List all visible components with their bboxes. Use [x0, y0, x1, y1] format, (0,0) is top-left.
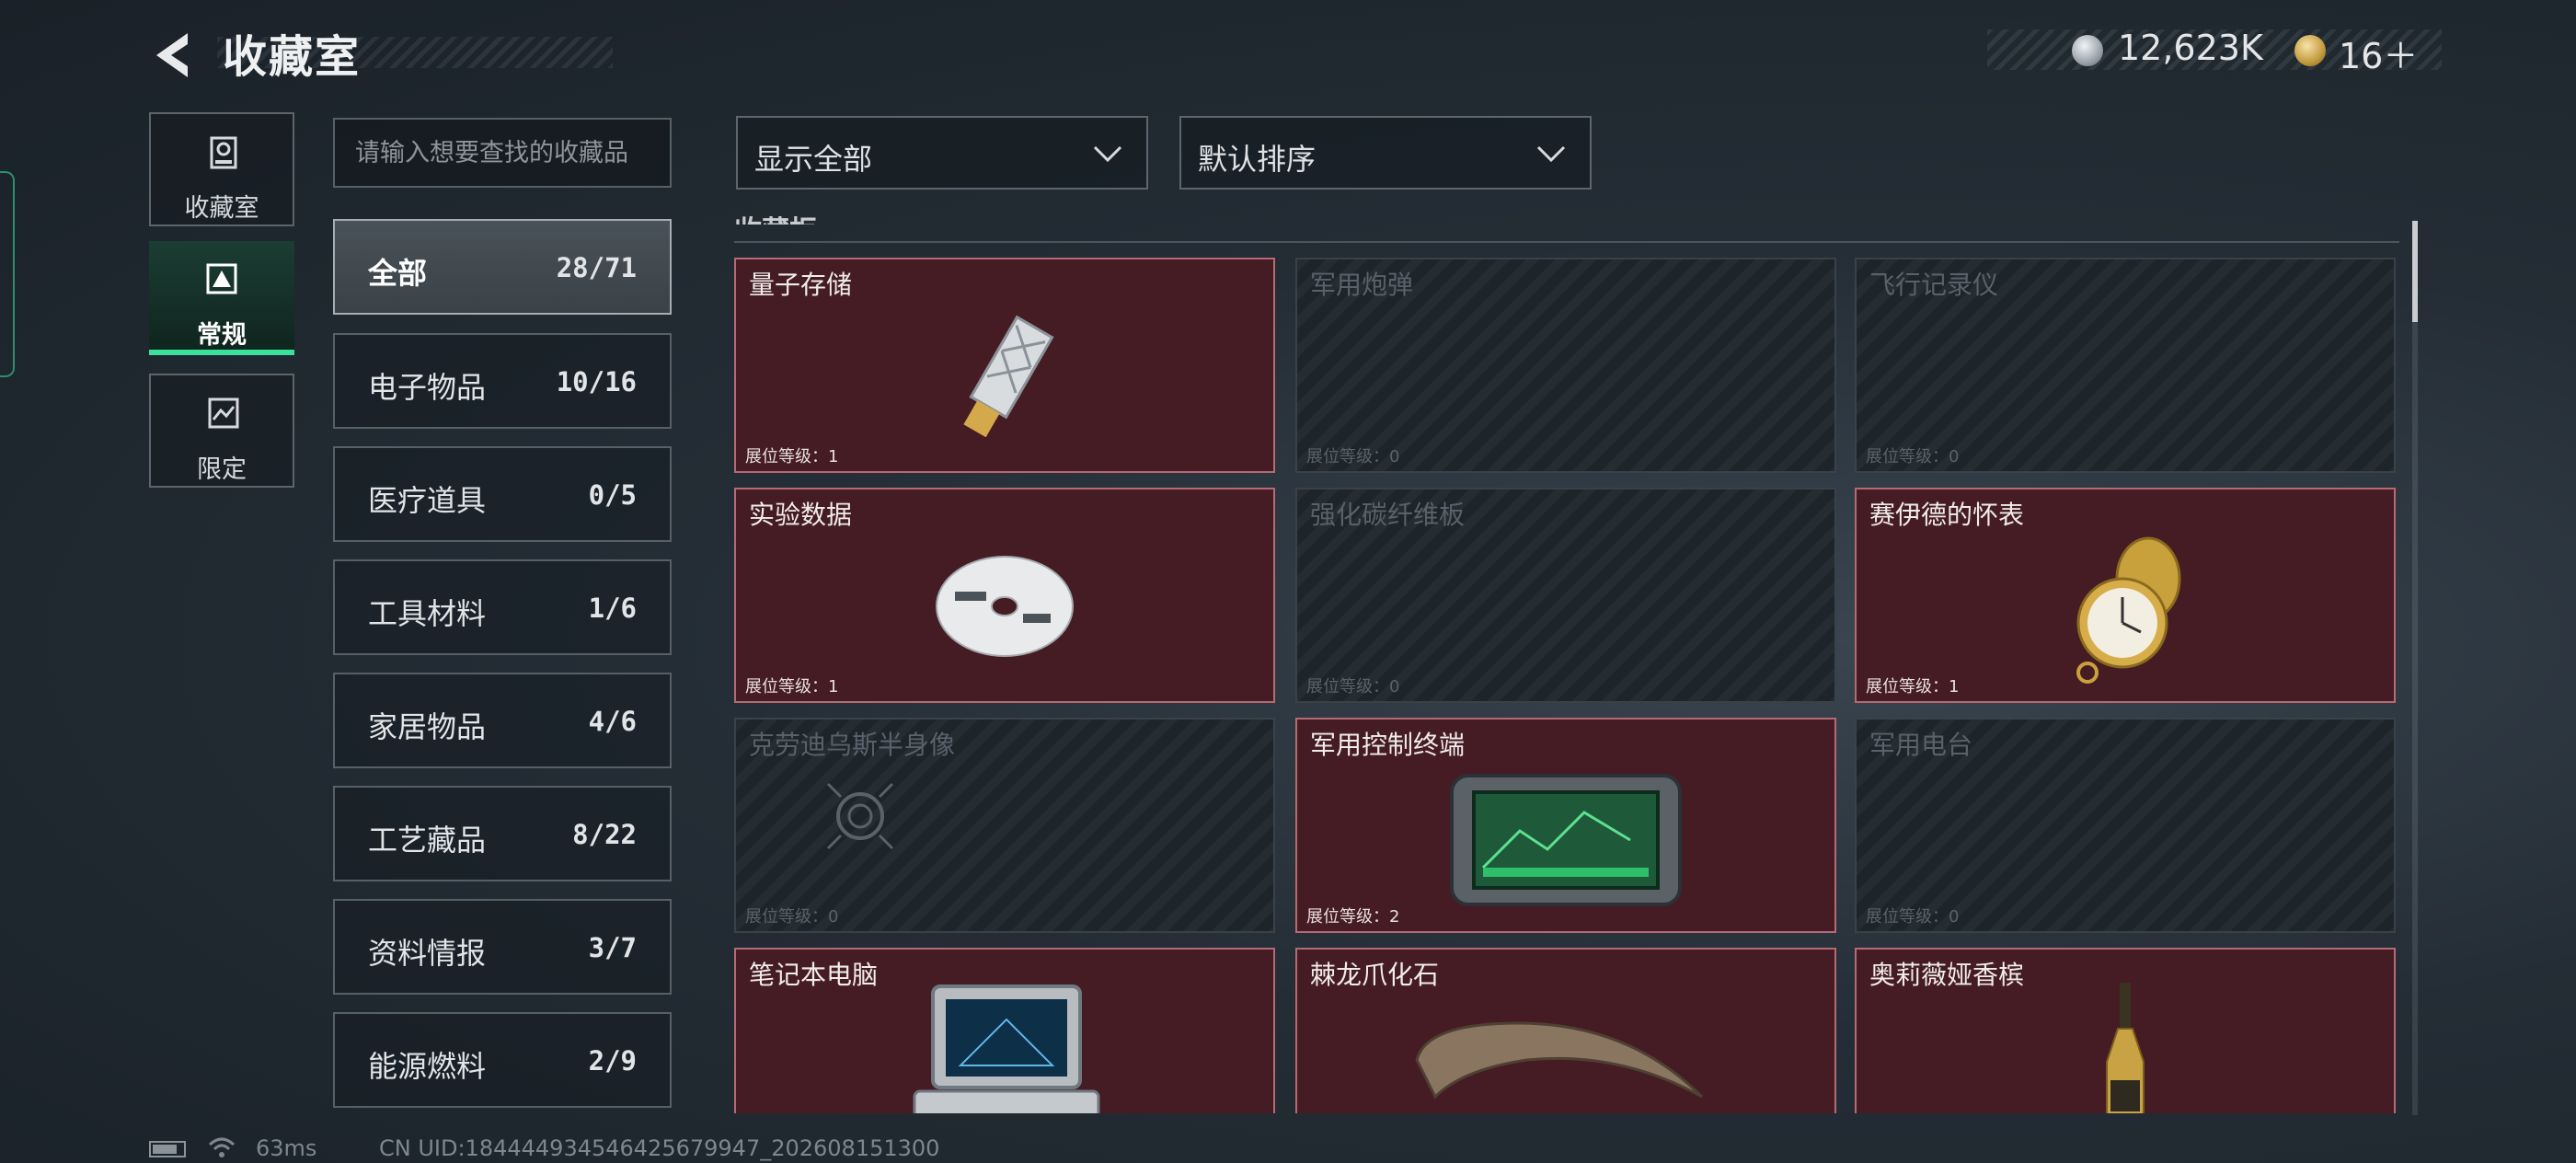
display-filter-value: 显示全部 — [754, 142, 873, 177]
category-electronics[interactable]: 电子物品 10/16 — [333, 333, 672, 429]
category-count: 0/5 — [588, 479, 637, 511]
pocket-watch-icon — [2076, 536, 2181, 684]
display-filter-dropdown[interactable]: 显示全部 — [736, 116, 1148, 190]
item-name: 赛伊德的怀表 — [1869, 500, 2025, 530]
category-fuel[interactable]: 能源燃料 2/9 — [333, 1012, 672, 1108]
item-level: 展位等级：0 — [745, 907, 839, 927]
item-card[interactable]: 赛伊德的怀表 展位等级：1 — [1855, 488, 2396, 703]
category-count: 2/9 — [588, 1045, 637, 1077]
item-name: 军用控制终端 — [1310, 730, 1466, 760]
item-card-locked[interactable]: 强化碳纤维板 展位等级：0 — [1295, 488, 1836, 703]
category-tools[interactable]: 工具材料 1/6 — [333, 559, 672, 655]
user-uid: CN UID:1844449345464256799​47_2026081513… — [379, 1135, 940, 1161]
item-card-locked[interactable]: 军用电台 展位等级：0 — [1855, 718, 2396, 933]
category-intel[interactable]: 资料情报 3/7 — [333, 899, 672, 995]
category-count: 10/16 — [556, 366, 637, 397]
item-level: 展位等级：0 — [1306, 677, 1400, 697]
category-count: 4/6 — [588, 706, 637, 737]
laptop-icon — [913, 985, 1100, 1113]
gold-coin-amount[interactable]: 16＋ — [2339, 28, 2418, 78]
category-name: 工具材料 — [368, 596, 487, 631]
item-card[interactable]: 量子存储 展位等级：1 — [734, 258, 1275, 473]
item-level: 展位等级：1 — [1866, 677, 1960, 697]
ping-readout: 63ms — [256, 1135, 317, 1161]
claw-fossil-icon — [1415, 1021, 1704, 1100]
category-name: 能源燃料 — [368, 1049, 487, 1084]
search-input[interactable] — [333, 118, 672, 188]
item-level: 展位等级：0 — [1306, 447, 1400, 466]
category-name: 全部 — [368, 256, 428, 291]
tab-regular[interactable]: 常规 — [149, 241, 294, 355]
item-card[interactable]: 军用控制终端 展位等级：2 — [1295, 718, 1836, 933]
category-medical[interactable]: 医疗道具 0/5 — [333, 446, 672, 542]
wifi-icon — [208, 1137, 236, 1157]
item-name: 量子存储 — [749, 270, 853, 300]
item-name: 奥莉薇娅香槟 — [1869, 960, 2025, 990]
category-count: 3/7 — [588, 932, 637, 963]
item-card[interactable]: 实验数据 展位等级：1 — [734, 488, 1275, 703]
silver-coin-amount: 12,623K — [2118, 28, 2263, 68]
control-terminal-icon — [1450, 774, 1682, 906]
tab-label: 收藏室 — [184, 194, 259, 223]
scrollbar-thumb[interactable] — [2412, 221, 2418, 322]
champagne-icon — [2106, 983, 2145, 1113]
category-household[interactable]: 家居物品 4/6 — [333, 673, 672, 768]
item-card-locked[interactable]: 军用炮弹 展位等级：0 — [1295, 258, 1836, 473]
item-level: 展位等级：1 — [745, 447, 839, 466]
disc-icon — [936, 556, 1074, 657]
silver-coin-icon — [2072, 35, 2103, 66]
item-name: 军用电台 — [1869, 730, 1973, 760]
page-title: 收藏室 — [223, 31, 362, 83]
item-name: 实验数据 — [749, 500, 853, 530]
tab-limited[interactable]: 限定 — [149, 374, 294, 488]
back-arrow-icon[interactable] — [147, 28, 202, 83]
item-card-locked[interactable]: 飞行记录仪 展位等级：0 — [1855, 258, 2396, 473]
category-crafts[interactable]: 工艺藏品 8/22 — [333, 786, 672, 881]
collection-grid[interactable]: 量子存储 展位等级：1 军用炮弹 展位等级：0 飞行记录仪 展位等级：0 实验数… — [734, 258, 2401, 1113]
battery-level — [153, 1145, 177, 1154]
collection-room-icon — [210, 136, 237, 169]
item-name: 飞行记录仪 — [1869, 270, 1999, 300]
scrollbar-track[interactable] — [2412, 221, 2418, 1115]
item-name: 军用炮弹 — [1310, 270, 1414, 300]
item-level: 展位等级：1 — [745, 677, 839, 697]
locked-target-icon — [826, 782, 894, 850]
category-count: 8/22 — [572, 819, 637, 850]
item-level: 展位等级：0 — [1866, 447, 1960, 466]
usb-drive-icon — [963, 315, 1054, 438]
active-tab-indicator — [149, 350, 294, 355]
item-level: 展位等级：2 — [1306, 907, 1400, 927]
limited-icon — [208, 397, 239, 429]
item-name: 笔记本电脑 — [749, 960, 879, 990]
gold-coin-icon — [2294, 35, 2326, 66]
category-name: 工艺藏品 — [368, 823, 487, 858]
edge-handle — [0, 171, 15, 377]
section-divider — [734, 241, 2399, 243]
item-name: 强化碳纤维板 — [1310, 500, 1466, 530]
sort-dropdown[interactable]: 默认排序 — [1179, 116, 1592, 190]
regular-icon — [206, 263, 237, 294]
item-name: 克劳迪乌斯半身像 — [749, 730, 956, 760]
tab-collection-room[interactable]: 收藏室 — [149, 112, 294, 226]
chevron-down-icon — [1093, 145, 1122, 163]
chevron-down-icon — [1536, 145, 1566, 163]
tab-label: 常规 — [197, 321, 247, 350]
item-card-locked[interactable]: 克劳迪乌斯半身像 展位等级：0 — [734, 718, 1275, 933]
item-card[interactable]: 奥莉薇娅香槟 — [1855, 948, 2396, 1113]
item-card[interactable]: 笔记本电脑 — [734, 948, 1275, 1113]
category-name: 家居物品 — [368, 709, 487, 744]
tab-label: 限定 — [197, 455, 247, 484]
category-name: 医疗道具 — [368, 483, 487, 518]
category-all[interactable]: 全部 28/71 — [333, 219, 672, 315]
item-level: 展位等级：0 — [1866, 907, 1960, 927]
section-header: 收藏柜 — [734, 204, 817, 225]
sort-value: 默认排序 — [1198, 142, 1317, 177]
item-name: 棘龙爪化石 — [1310, 960, 1440, 990]
category-count: 1/6 — [588, 593, 637, 624]
category-name: 资料情报 — [368, 936, 487, 971]
category-count: 28/71 — [556, 252, 637, 283]
item-card[interactable]: 棘龙爪化石 — [1295, 948, 1836, 1113]
category-name: 电子物品 — [368, 370, 487, 405]
